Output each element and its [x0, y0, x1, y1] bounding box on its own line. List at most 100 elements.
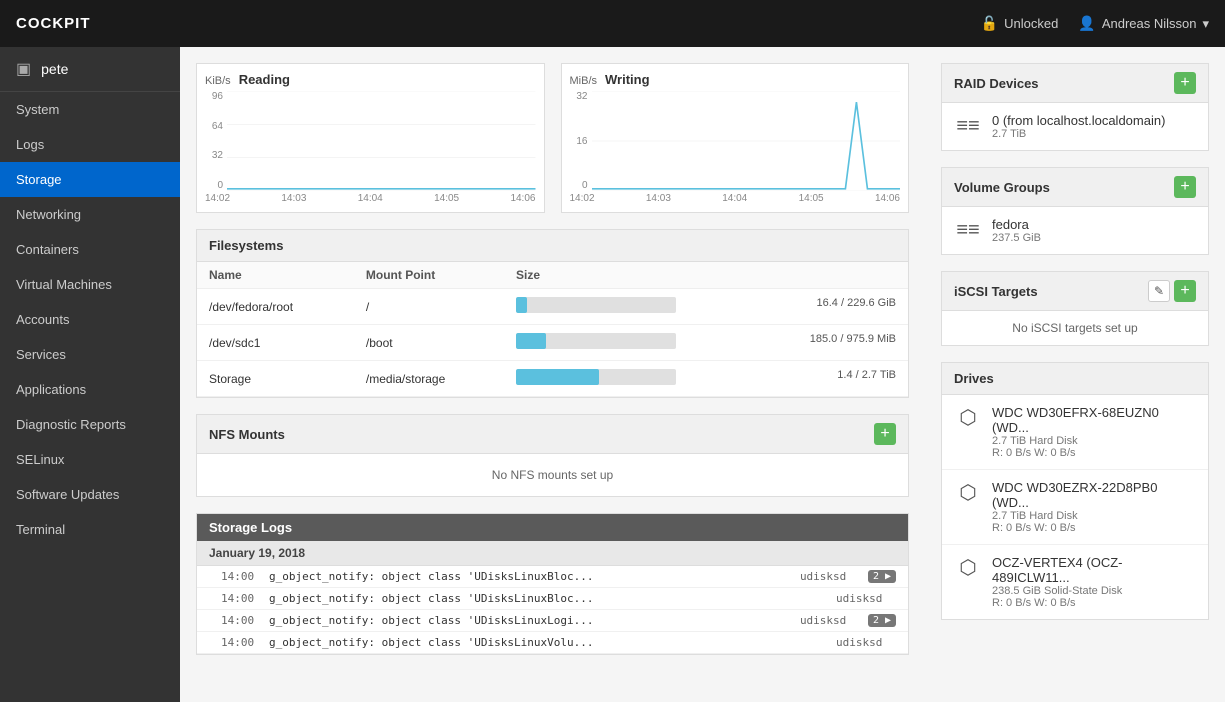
- fs-size: 1.4 / 2.7 TiB: [504, 361, 908, 397]
- col-size: Size: [504, 262, 908, 289]
- table-row[interactable]: Storage/media/storage1.4 / 2.7 TiB: [197, 361, 908, 397]
- log-source: udisksd: [836, 592, 896, 605]
- drives-panel: Drives ⬡WDC WD30EFRX-68EUZN0 (WD...2.7 T…: [941, 362, 1209, 620]
- sidebar-item-accounts[interactable]: Accounts: [0, 302, 180, 337]
- drive-icon: ⬡: [954, 405, 982, 430]
- fs-size-label: 16.4 / 229.6 GiB: [817, 297, 897, 309]
- log-source: udisksd: [800, 614, 860, 627]
- usage-bar-fill: [516, 297, 527, 313]
- volume-groups-panel: Volume Groups + ≡≡ fedora 237.5 GiB: [941, 167, 1209, 255]
- log-time: 14:00: [221, 636, 261, 649]
- storage-logs-panel: Storage Logs January 19, 2018 14:00g_obj…: [196, 513, 909, 655]
- writing-y-axis: 32 16 0: [570, 91, 592, 191]
- iscsi-add-button[interactable]: +: [1174, 280, 1196, 302]
- usage-bar-container: [516, 333, 676, 349]
- log-message: g_object_notify: object class 'UDisksLin…: [269, 636, 828, 649]
- sidebar-item-applications[interactable]: Applications: [0, 372, 180, 407]
- vg-add-button[interactable]: +: [1174, 176, 1196, 198]
- drive-name: WDC WD30EFRX-68EUZN0 (WD...: [992, 405, 1196, 435]
- log-rows: 14:00 g_object_notify: object class 'UDis…: [197, 566, 908, 654]
- sidebar-item-storage[interactable]: Storage: [0, 162, 180, 197]
- vg-title: Volume Groups: [954, 180, 1050, 195]
- sidebar-item-virtual-machines[interactable]: Virtual Machines: [0, 267, 180, 302]
- drive-item[interactable]: ⬡WDC WD30EZRX-22D8PB0 (WD...2.7 TiB Hard…: [942, 470, 1208, 545]
- raid-body: ≡≡ 0 (from localhost.localdomain) 2.7 Ti…: [942, 103, 1208, 150]
- sidebar-host: ▣ pete: [0, 47, 180, 92]
- iscsi-btn-group: ✎ +: [1148, 280, 1196, 302]
- nfs-add-button[interactable]: +: [874, 423, 896, 445]
- vg-body: ≡≡ fedora 237.5 GiB: [942, 207, 1208, 254]
- lock-icon: 🔓: [981, 15, 998, 32]
- chevron-down-icon: ▾: [1202, 16, 1209, 32]
- drive-name: WDC WD30EZRX-22D8PB0 (WD...: [992, 480, 1196, 510]
- col-name: Name: [197, 262, 354, 289]
- sidebar-item-networking[interactable]: Networking: [0, 197, 180, 232]
- vg-item-name: fedora: [992, 217, 1041, 232]
- filesystems-panel: Filesystems Name Mount Point Size /dev/f…: [196, 229, 909, 398]
- usage-bar-container: [516, 297, 676, 313]
- fs-size-label: 185.0 / 975.9 MiB: [810, 333, 896, 345]
- drive-sub: 238.5 GiB Solid-State Disk: [992, 585, 1196, 597]
- drive-sub: 2.7 TiB Hard Disk: [992, 435, 1196, 447]
- iscsi-edit-button[interactable]: ✎: [1148, 280, 1170, 302]
- charts-row: KiB/s Reading 96 64 32 0: [196, 63, 909, 213]
- user-menu[interactable]: 👤 Andreas Nilsson ▾: [1078, 15, 1209, 32]
- log-time: 14:00: [221, 570, 261, 583]
- list-item[interactable]: 14:00g_object_notify: object class 'UDis…: [197, 588, 908, 610]
- drive-sub: 2.7 TiB Hard Disk: [992, 510, 1196, 522]
- table-row[interactable]: /dev/fedora/root/ 16.4 / 229.6 GiB: [197, 289, 908, 325]
- iscsi-panel: iSCSI Targets ✎ + No iSCSI targets set u…: [941, 271, 1209, 346]
- filesystems-tbody: /dev/fedora/root/ 16.4 / 229.6 GiB/dev/sd…: [197, 289, 908, 397]
- fs-mount: /: [354, 289, 504, 325]
- sidebar-item-containers[interactable]: Containers: [0, 232, 180, 267]
- raid-item[interactable]: ≡≡ 0 (from localhost.localdomain) 2.7 Ti…: [942, 103, 1208, 150]
- nfs-panel: NFS Mounts + No NFS mounts set up: [196, 414, 909, 497]
- sidebar-item-services[interactable]: Services: [0, 337, 180, 372]
- nfs-title: NFS Mounts: [209, 427, 285, 442]
- brand-logo: COCKPIT: [16, 15, 91, 32]
- log-badge: 2 ▶: [868, 614, 896, 627]
- raid-header: RAID Devices +: [942, 64, 1208, 103]
- drive-rw: R: 0 B/s W: 0 B/s: [992, 522, 1196, 534]
- drives-body: ⬡WDC WD30EFRX-68EUZN0 (WD...2.7 TiB Hard…: [942, 395, 1208, 619]
- writing-chart: MiB/s Writing 32 16 0: [561, 63, 910, 213]
- usage-bar-fill: [516, 369, 599, 385]
- drive-icon: ⬡: [954, 555, 982, 580]
- sidebar-item-software-updates[interactable]: Software Updates: [0, 477, 180, 512]
- sidebar-nav: SystemLogsStorageNetworkingContainersVir…: [0, 92, 180, 547]
- sidebar-item-system[interactable]: System: [0, 92, 180, 127]
- host-icon: ▣: [16, 59, 31, 79]
- list-item[interactable]: 14:00 g_object_notify: object class 'UDis…: [197, 566, 908, 588]
- sidebar-item-diagnostic-reports[interactable]: Diagnostic Reports: [0, 407, 180, 442]
- vg-header: Volume Groups +: [942, 168, 1208, 207]
- nfs-header: NFS Mounts +: [197, 415, 908, 454]
- fs-size: 16.4 / 229.6 GiB: [504, 289, 908, 325]
- drive-rw: R: 0 B/s W: 0 B/s: [992, 447, 1196, 459]
- sidebar-item-logs[interactable]: Logs: [0, 127, 180, 162]
- nfs-empty: No NFS mounts set up: [197, 454, 908, 496]
- drive-item[interactable]: ⬡OCZ-VERTEX4 (OCZ-489ICLW11...238.5 GiB …: [942, 545, 1208, 619]
- list-item[interactable]: 14:00g_object_notify: object class 'UDis…: [197, 610, 908, 632]
- log-message: g_object_notify: object class 'UDisksLin…: [269, 570, 792, 583]
- log-source: udisksd: [836, 636, 896, 649]
- fs-size-label: 1.4 / 2.7 TiB: [837, 369, 896, 381]
- sidebar-item-terminal[interactable]: Terminal: [0, 512, 180, 547]
- vg-item[interactable]: ≡≡ fedora 237.5 GiB: [942, 207, 1208, 254]
- writing-title: Writing: [605, 72, 650, 87]
- list-item[interactable]: 14:00 g_object_notify: object class 'UDis…: [197, 632, 908, 654]
- reading-x-labels: 14:02 14:03 14:04 14:05 14:06: [205, 193, 536, 204]
- fs-name: /dev/sdc1: [197, 325, 354, 361]
- writing-chart-svg: [592, 91, 901, 191]
- raid-icon: ≡≡: [954, 115, 982, 138]
- drive-item[interactable]: ⬡ WDC WD30EFRX-68EUZN0 (WD...2.7 TiB Hard…: [942, 395, 1208, 470]
- raid-add-button[interactable]: +: [1174, 72, 1196, 94]
- user-icon: 👤: [1078, 15, 1095, 32]
- table-row[interactable]: /dev/sdc1/boot185.0 / 975.9 MiB: [197, 325, 908, 361]
- log-message: g_object_notify: object class 'UDisksLin…: [269, 614, 792, 627]
- col-mount: Mount Point: [354, 262, 504, 289]
- sidebar-item-selinux[interactable]: SELinux: [0, 442, 180, 477]
- reading-title: Reading: [239, 72, 290, 87]
- usage-bar-fill: [516, 333, 546, 349]
- right-sidebar: RAID Devices + ≡≡ 0 (from localhost.loca…: [925, 47, 1225, 702]
- fs-name: /dev/fedora/root: [197, 289, 354, 325]
